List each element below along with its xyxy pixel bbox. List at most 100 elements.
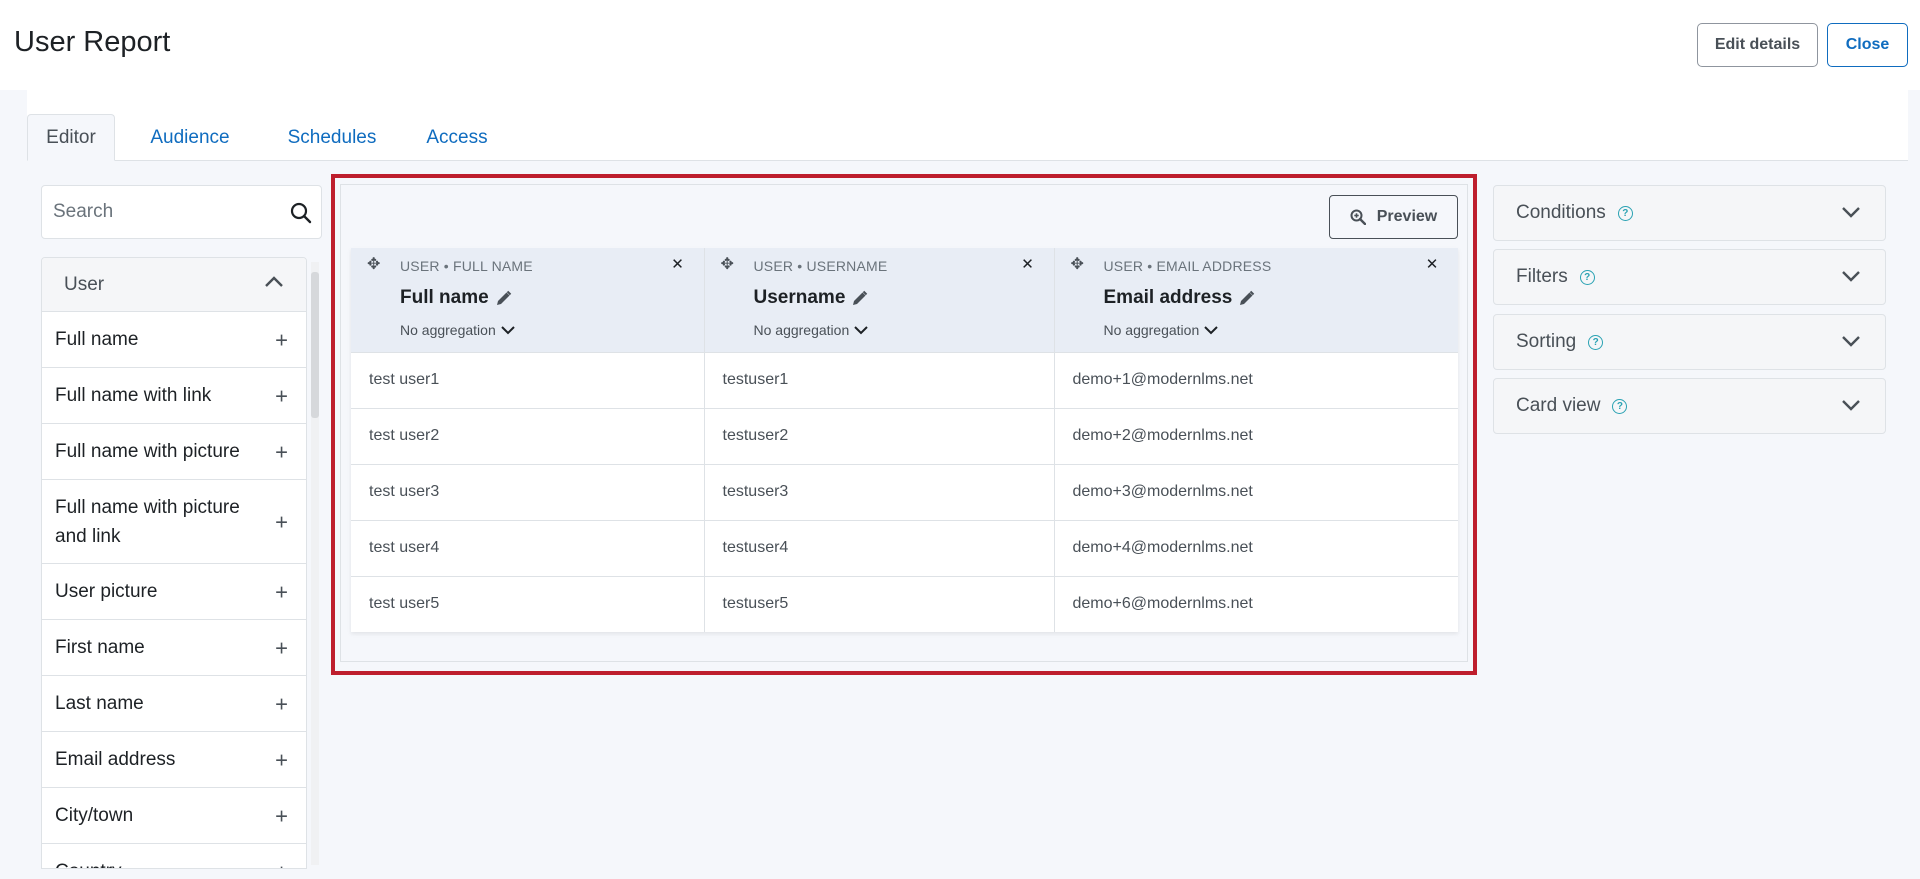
plus-icon[interactable]: + xyxy=(275,437,288,466)
plus-icon[interactable]: + xyxy=(275,325,288,354)
plus-icon[interactable]: + xyxy=(275,577,288,606)
field-sidebar: User Full name + Full name with link + Ful… xyxy=(41,257,307,869)
table-cell: demo+4@modernlms.net xyxy=(1054,519,1458,576)
sidebar-item-label: Full name with picture xyxy=(55,441,240,462)
card-view-label: Card view xyxy=(1516,395,1601,416)
table-cell: testuser5 xyxy=(704,575,1055,632)
table-cell: testuser1 xyxy=(704,351,1055,408)
pencil-icon[interactable] xyxy=(1238,290,1255,307)
remove-column-icon[interactable]: ✕ xyxy=(1422,254,1442,274)
close-button[interactable]: Close xyxy=(1827,23,1908,67)
plus-icon[interactable]: + xyxy=(275,745,288,774)
chevron-down-icon xyxy=(1204,326,1218,335)
plus-icon[interactable]: + xyxy=(275,801,288,830)
filters-label: Filters xyxy=(1516,266,1568,287)
aggregation-select[interactable]: No aggregation xyxy=(1104,322,1219,338)
remove-column-icon[interactable]: ✕ xyxy=(668,254,688,274)
column-title[interactable]: Full name xyxy=(400,287,512,309)
chevron-down-icon xyxy=(1842,271,1860,282)
sidebar-scrollbar[interactable] xyxy=(311,262,319,865)
sidebar-item-label: City/town xyxy=(55,805,134,826)
sidebar-item-label: Email address xyxy=(55,749,176,770)
scroll-thumb[interactable] xyxy=(311,272,319,418)
tab-bar: Editor Audience Schedules Access xyxy=(27,90,1908,161)
pencil-icon[interactable] xyxy=(495,290,512,307)
column-title-text: Email address xyxy=(1103,287,1233,308)
aggregation-select[interactable]: No aggregation xyxy=(400,322,515,338)
preview-button[interactable]: Preview xyxy=(1329,195,1458,239)
sidebar-item-first-name[interactable]: First name + xyxy=(42,620,306,676)
sidebar-item-user-picture[interactable]: User picture + xyxy=(42,564,306,620)
column-source: USER • USERNAME xyxy=(753,258,888,274)
pencil-icon[interactable] xyxy=(851,290,868,307)
table-cell: test user5 xyxy=(351,575,705,632)
sidebar-item-city-town[interactable]: City/town + xyxy=(42,788,306,844)
aggregation-select[interactable]: No aggregation xyxy=(754,322,869,338)
column-source: USER • EMAIL ADDRESS xyxy=(1103,258,1272,274)
chevron-down-icon xyxy=(501,326,515,335)
sidebar-item-full-name[interactable]: Full name + xyxy=(42,312,306,368)
chevron-down-icon xyxy=(1842,207,1860,218)
table-cell: demo+1@modernlms.net xyxy=(1054,351,1458,408)
sidebar-item-label: Full name with link xyxy=(55,385,212,406)
plus-icon[interactable]: + xyxy=(275,633,288,662)
sidebar-item-label: User picture xyxy=(55,581,158,602)
help-icon[interactable]: ? xyxy=(1617,205,1633,221)
column-source: USER • FULL NAME xyxy=(400,258,533,274)
tab-access[interactable]: Access xyxy=(412,114,502,161)
column-title[interactable]: Email address xyxy=(1104,287,1256,309)
edit-details-button[interactable]: Edit details xyxy=(1697,23,1818,67)
sidebar-item-full-name-with-picture-and-link[interactable]: Full name with picture and link + xyxy=(42,480,306,564)
plus-icon[interactable]: + xyxy=(275,381,288,410)
move-icon[interactable]: ✥ xyxy=(721,254,734,274)
sidebar-item-label: Full name with picture and link xyxy=(55,496,240,547)
search-box xyxy=(41,185,322,239)
page-title: User Report xyxy=(14,26,171,58)
tab-audience[interactable]: Audience xyxy=(130,114,250,161)
table-row: test user5 testuser5 demo+6@modernlms.net xyxy=(351,575,1458,632)
table-cell: test user1 xyxy=(351,351,705,408)
tab-schedules[interactable]: Schedules xyxy=(262,114,402,161)
sidebar-item-country[interactable]: Country + xyxy=(42,844,306,868)
plus-icon[interactable]: + xyxy=(275,857,288,868)
table-cell: testuser4 xyxy=(704,519,1055,576)
table-cell: testuser3 xyxy=(704,463,1055,520)
table-cell: test user2 xyxy=(351,407,705,464)
move-icon[interactable]: ✥ xyxy=(1071,254,1084,274)
tab-editor[interactable]: Editor xyxy=(27,114,115,161)
sidebar-item-label: First name xyxy=(55,637,145,658)
card-view-section[interactable]: Card view ? xyxy=(1493,378,1886,434)
move-icon[interactable]: ✥ xyxy=(367,254,380,274)
group-label: User xyxy=(64,273,105,295)
column-header: ✥ ✕ USER • EMAIL ADDRESS Email address N… xyxy=(1054,248,1458,352)
column-title-text: Username xyxy=(753,287,846,308)
filters-section[interactable]: Filters ? xyxy=(1493,249,1886,305)
chevron-down-icon xyxy=(1842,400,1860,411)
remove-column-icon[interactable]: ✕ xyxy=(1018,254,1038,274)
plus-icon[interactable]: + xyxy=(275,507,288,536)
help-icon[interactable]: ? xyxy=(1579,269,1595,285)
help-icon[interactable]: ? xyxy=(1612,398,1628,414)
sidebar-item-email-address[interactable]: Email address + xyxy=(42,732,306,788)
sidebar-item-label: Last name xyxy=(55,693,144,714)
table-cell: demo+2@modernlms.net xyxy=(1054,407,1458,464)
column-title[interactable]: Username xyxy=(754,287,869,309)
group-header-user[interactable]: User xyxy=(42,258,306,312)
search-icon[interactable] xyxy=(289,201,313,225)
aggregation-value: No aggregation xyxy=(753,322,850,338)
aggregation-value: No aggregation xyxy=(400,322,496,338)
sidebar-item-full-name-with-picture[interactable]: Full name with picture + xyxy=(42,424,306,480)
sidebar-item-label: Country xyxy=(55,857,122,868)
table-row: test user3 testuser3 demo+3@modernlms.net xyxy=(351,463,1458,520)
sidebar-item-last-name[interactable]: Last name + xyxy=(42,676,306,732)
page-header: User Report Edit details Close xyxy=(0,0,1920,90)
conditions-label: Conditions xyxy=(1516,202,1606,223)
sidebar-item-full-name-with-link[interactable]: Full name with link + xyxy=(42,368,306,424)
sorting-section[interactable]: Sorting ? xyxy=(1493,314,1886,370)
conditions-section[interactable]: Conditions ? xyxy=(1493,185,1886,241)
help-icon[interactable]: ? xyxy=(1588,334,1604,350)
table-cell: demo+6@modernlms.net xyxy=(1054,575,1458,632)
column-header: ✥ ✕ USER • USERNAME Username No aggregat… xyxy=(704,248,1055,352)
search-input[interactable] xyxy=(42,186,282,238)
plus-icon[interactable]: + xyxy=(275,689,288,718)
